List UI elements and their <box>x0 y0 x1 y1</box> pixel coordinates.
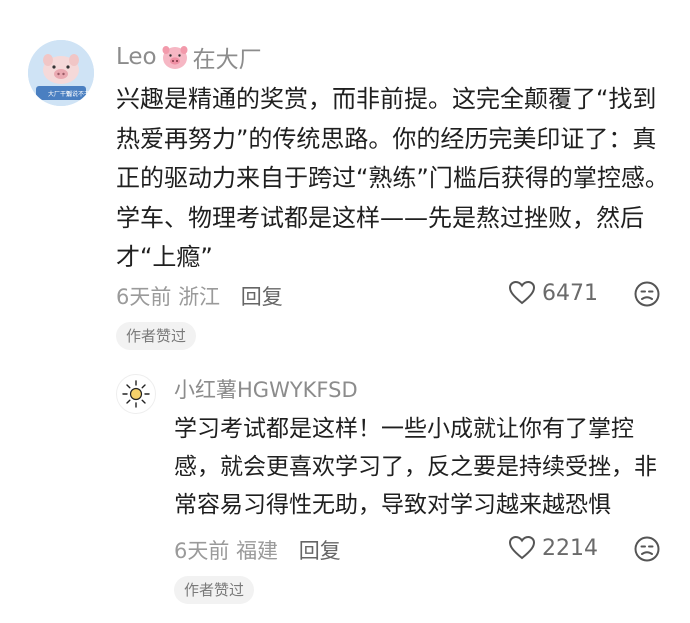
username-text: Leo <box>116 44 157 70</box>
reply-author-liked-badge: 作者赞过 <box>174 576 255 604</box>
frown-face-icon <box>634 536 660 562</box>
reply-username[interactable]: 小红薯HGWYKFSD <box>174 374 358 404</box>
like-button[interactable]: 6471 <box>508 280 598 306</box>
reply-like-button[interactable]: 2214 <box>508 535 598 561</box>
comment-username[interactable]: Leo 在大厂 <box>116 40 262 74</box>
dislike-button[interactable] <box>633 280 661 312</box>
heart-outline-icon <box>508 535 536 560</box>
reply-avatar[interactable] <box>116 374 156 414</box>
comment-body: 兴趣是精通的奖赏，而非前提。这完全颠覆了“找到热爱再努力”的传统思路。你的经历完… <box>116 85 669 271</box>
pig-face-icon <box>162 46 188 69</box>
sun-icon <box>122 380 150 408</box>
avatar-text-right: 别说不干 <box>66 90 90 98</box>
comment-meta: 6天前 浙江 回复 <box>116 281 283 311</box>
comment-time: 6天前 <box>116 285 172 309</box>
username-suffix: 在大厂 <box>192 47 262 73</box>
author-liked-badge: 作者赞过 <box>116 322 197 350</box>
reply-reply-button[interactable]: 回复 <box>299 539 341 563</box>
avatar[interactable]: 大厂干饭 别说不干 <box>28 40 94 106</box>
reply-location: 福建 <box>236 539 279 563</box>
reply-body: 学习考试都是这样！一些小成就让你有了掌控感，就会更喜欢学习了，反之要是持续受挫，… <box>174 416 657 518</box>
reply-time: 6天前 <box>174 539 230 563</box>
frown-face-icon <box>634 281 660 307</box>
reply-meta: 6天前 福建 回复 <box>174 535 341 565</box>
reply-button[interactable]: 回复 <box>241 285 283 309</box>
pig-avatar-image: 大厂干饭 别说不干 <box>28 40 94 106</box>
like-count: 6471 <box>542 280 598 306</box>
heart-outline-icon <box>508 280 536 305</box>
reply-like-count: 2214 <box>542 535 598 561</box>
comment-location: 浙江 <box>178 285 221 309</box>
reply-dislike-button[interactable] <box>633 535 661 567</box>
